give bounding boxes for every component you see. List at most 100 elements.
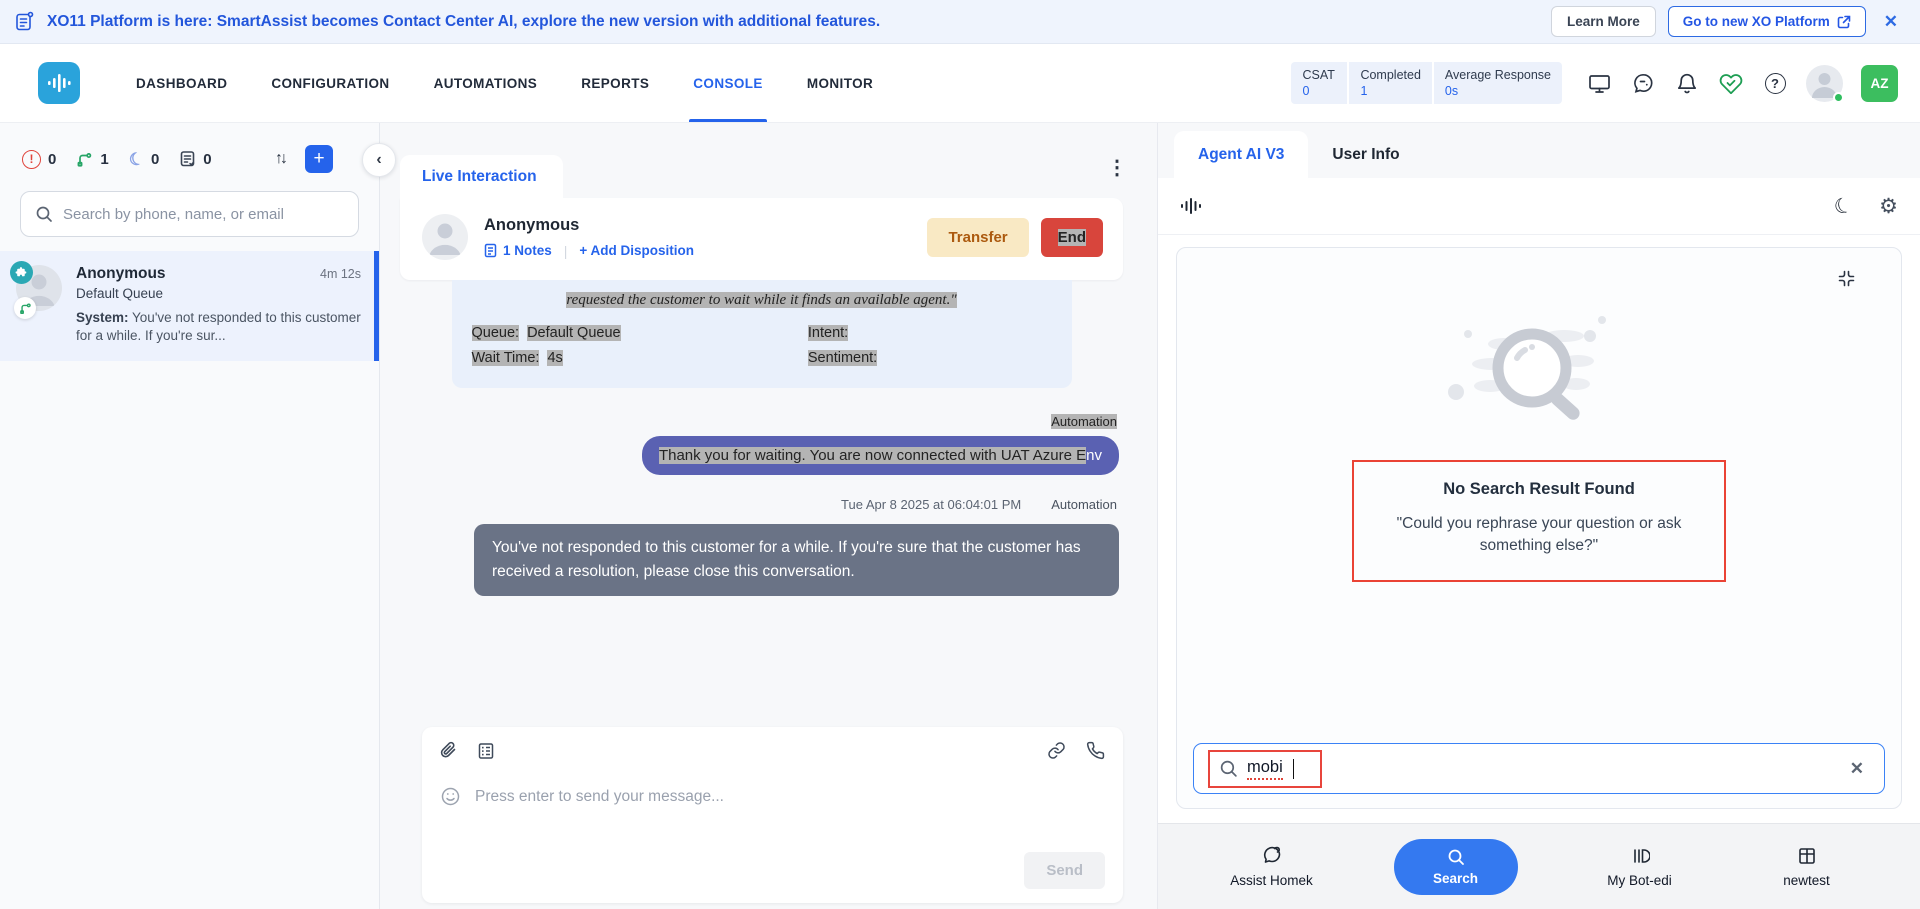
sidebar-search[interactable]	[20, 191, 359, 237]
message-timestamp: Tue Apr 8 2025 at 06:04:01 PM	[841, 497, 1022, 512]
clear-search-icon[interactable]: ✕	[1844, 755, 1870, 783]
notes-link[interactable]: 1 Notes	[484, 243, 552, 258]
tab-agent-ai-v3[interactable]: Agent AI V3	[1174, 131, 1309, 178]
chat-customer-name: Anonymous	[484, 215, 580, 234]
new-conversation-button[interactable]: +	[305, 145, 333, 173]
system-warning-bubble: You've not responded to this customer fo…	[474, 524, 1119, 597]
queue-value: Default Queue	[527, 325, 621, 341]
collapse-sidebar-button[interactable]: ‹	[362, 143, 396, 177]
bottom-tab-newtest[interactable]: newtest	[1762, 846, 1852, 888]
chat-avatar	[422, 214, 468, 260]
no-result-annotation-box: No Search Result Found "Could you rephra…	[1352, 460, 1726, 582]
add-disposition-link[interactable]: + Add Disposition	[579, 243, 694, 258]
chat-column: ⋮ Live Interaction Anonymous 1 Notes | +…	[380, 123, 1157, 909]
nav-monitor[interactable]: MONITOR	[807, 44, 873, 122]
sort-icon[interactable]: ↑↓	[275, 150, 288, 168]
canned-response-icon[interactable]	[477, 742, 495, 760]
agent-bottom-tabs: Assist Homek Search My Bot-edi newtest	[1158, 823, 1920, 909]
sidebar-search-input[interactable]	[63, 205, 344, 223]
notifications-bell-icon[interactable]	[1674, 70, 1700, 96]
dark-mode-moon-icon[interactable]: ☾	[1831, 192, 1856, 220]
end-button[interactable]: End	[1040, 217, 1103, 257]
nav-automations[interactable]: AUTOMATIONS	[434, 44, 538, 122]
tab-user-info[interactable]: User Info	[1308, 131, 1423, 178]
stat-average-response: Average Response 0s	[1433, 62, 1562, 104]
search-icon	[1220, 760, 1237, 777]
automation-sender-label-2: Automation	[1051, 497, 1117, 512]
conversation-name: Anonymous	[76, 265, 166, 282]
no-results-illustration	[1177, 248, 1901, 456]
conversation-list-item[interactable]: Anonymous 4m 12s Default Queue System: Y…	[0, 251, 379, 362]
news-icon	[14, 11, 35, 32]
chat-header: Anonymous 1 Notes | + Add Disposition Tr…	[400, 198, 1123, 280]
bottom-tab-bot[interactable]: My Bot-edi	[1595, 846, 1685, 888]
agent-ai-search-box[interactable]: mobi ✕	[1193, 743, 1885, 794]
sentiment-label: Sentiment:	[807, 350, 878, 366]
chat-feedback-icon[interactable]	[1630, 70, 1656, 96]
collapse-expand-icon[interactable]	[1838, 270, 1855, 287]
online-status-dot	[1833, 91, 1844, 103]
nav-configuration[interactable]: CONFIGURATION	[271, 44, 389, 122]
counter-alerts[interactable]: ! 0	[22, 149, 56, 169]
stat-csat: CSAT 0	[1291, 62, 1348, 104]
search-icon	[36, 206, 52, 222]
external-link-icon	[1837, 15, 1851, 28]
automation-puzzle-badge	[10, 261, 33, 284]
bottom-tab-assist[interactable]: Assist Homek	[1227, 845, 1317, 888]
no-result-title: No Search Result Found	[1443, 480, 1635, 498]
user-avatar[interactable]	[1806, 64, 1844, 103]
send-button[interactable]: Send	[1024, 852, 1105, 889]
text-caret	[1292, 758, 1295, 779]
nav-links: DASHBOARD CONFIGURATION AUTOMATIONS REPO…	[136, 44, 873, 122]
transfer-button[interactable]: Transfer	[927, 217, 1029, 257]
conversation-preview: System: You've not responded to this cus…	[76, 310, 361, 344]
waveform-icon[interactable]	[1180, 196, 1202, 216]
call-phone-icon[interactable]	[1086, 741, 1105, 760]
no-result-quote: "Could you rephrase your question or ask…	[1396, 515, 1682, 555]
conversation-duration: 4m 12s	[320, 267, 361, 281]
flow-status-badge	[14, 297, 36, 319]
nav-dashboard[interactable]: DASHBOARD	[136, 44, 227, 122]
nav-console[interactable]: CONSOLE	[689, 44, 767, 122]
go-to-new-xo-platform-button[interactable]: Go to new XO Platform	[1667, 6, 1866, 37]
wait-time-label: Wait Time:	[471, 350, 540, 366]
moon-icon: ☾	[126, 147, 147, 171]
search-query-text[interactable]: mobi	[1247, 758, 1283, 780]
conversation-sidebar: ! 0 1 ☾ 0 0 ↑↓ + ‹ Search by phone, name…	[0, 123, 396, 909]
counter-snoozed[interactable]: ☾ 0	[126, 147, 160, 171]
flow-icon	[76, 151, 93, 168]
message-input[interactable]: Press enter to send your message...	[475, 788, 1105, 806]
divider: |	[563, 242, 568, 259]
stat-completed: Completed 1	[1349, 62, 1432, 104]
help-icon[interactable]: ?	[1762, 70, 1788, 96]
insert-link-icon[interactable]	[1047, 741, 1066, 760]
system-info-text: requested the customer to wait while it …	[566, 292, 957, 308]
counter-notes[interactable]: 0	[179, 150, 212, 168]
app-logo[interactable]	[38, 62, 80, 104]
attachment-paperclip-icon[interactable]	[440, 741, 457, 760]
intent-label: Intent:	[807, 325, 849, 341]
tab-live-interaction[interactable]: Live Interaction	[400, 155, 563, 198]
account-badge[interactable]: AZ	[1861, 64, 1898, 102]
agent-panel-toolbar: ☾ ⚙	[1158, 178, 1920, 235]
learn-more-button[interactable]: Learn More	[1550, 6, 1656, 37]
top-navigation: DASHBOARD CONFIGURATION AUTOMATIONS REPO…	[0, 44, 1920, 123]
message-composer: Press enter to send your message... Send	[422, 727, 1123, 903]
note-doc-icon	[484, 243, 497, 258]
counter-active[interactable]: 1	[76, 151, 109, 168]
automation-sender-label: Automation	[1051, 414, 1117, 429]
chat-bubble-icon	[1263, 846, 1280, 863]
desktop-monitor-icon[interactable]	[1586, 70, 1612, 96]
bot-icon	[1633, 848, 1650, 863]
nav-reports[interactable]: REPORTS	[581, 44, 649, 122]
notes-icon	[179, 150, 196, 168]
agent-panel-tabs: Agent AI V3 User Info	[1158, 123, 1920, 178]
bottom-tab-search[interactable]: Search	[1393, 838, 1518, 895]
emoji-smiley-icon[interactable]	[440, 786, 461, 807]
banner-close-icon[interactable]: ✕	[1878, 8, 1904, 36]
wait-time-value: 4s	[547, 350, 563, 366]
chat-menu-kebab-icon[interactable]: ⋮	[1107, 158, 1127, 178]
queue-label: Queue:	[471, 325, 520, 341]
settings-gear-icon[interactable]: ⚙	[1879, 196, 1898, 217]
wellness-heart-icon[interactable]	[1718, 70, 1744, 96]
